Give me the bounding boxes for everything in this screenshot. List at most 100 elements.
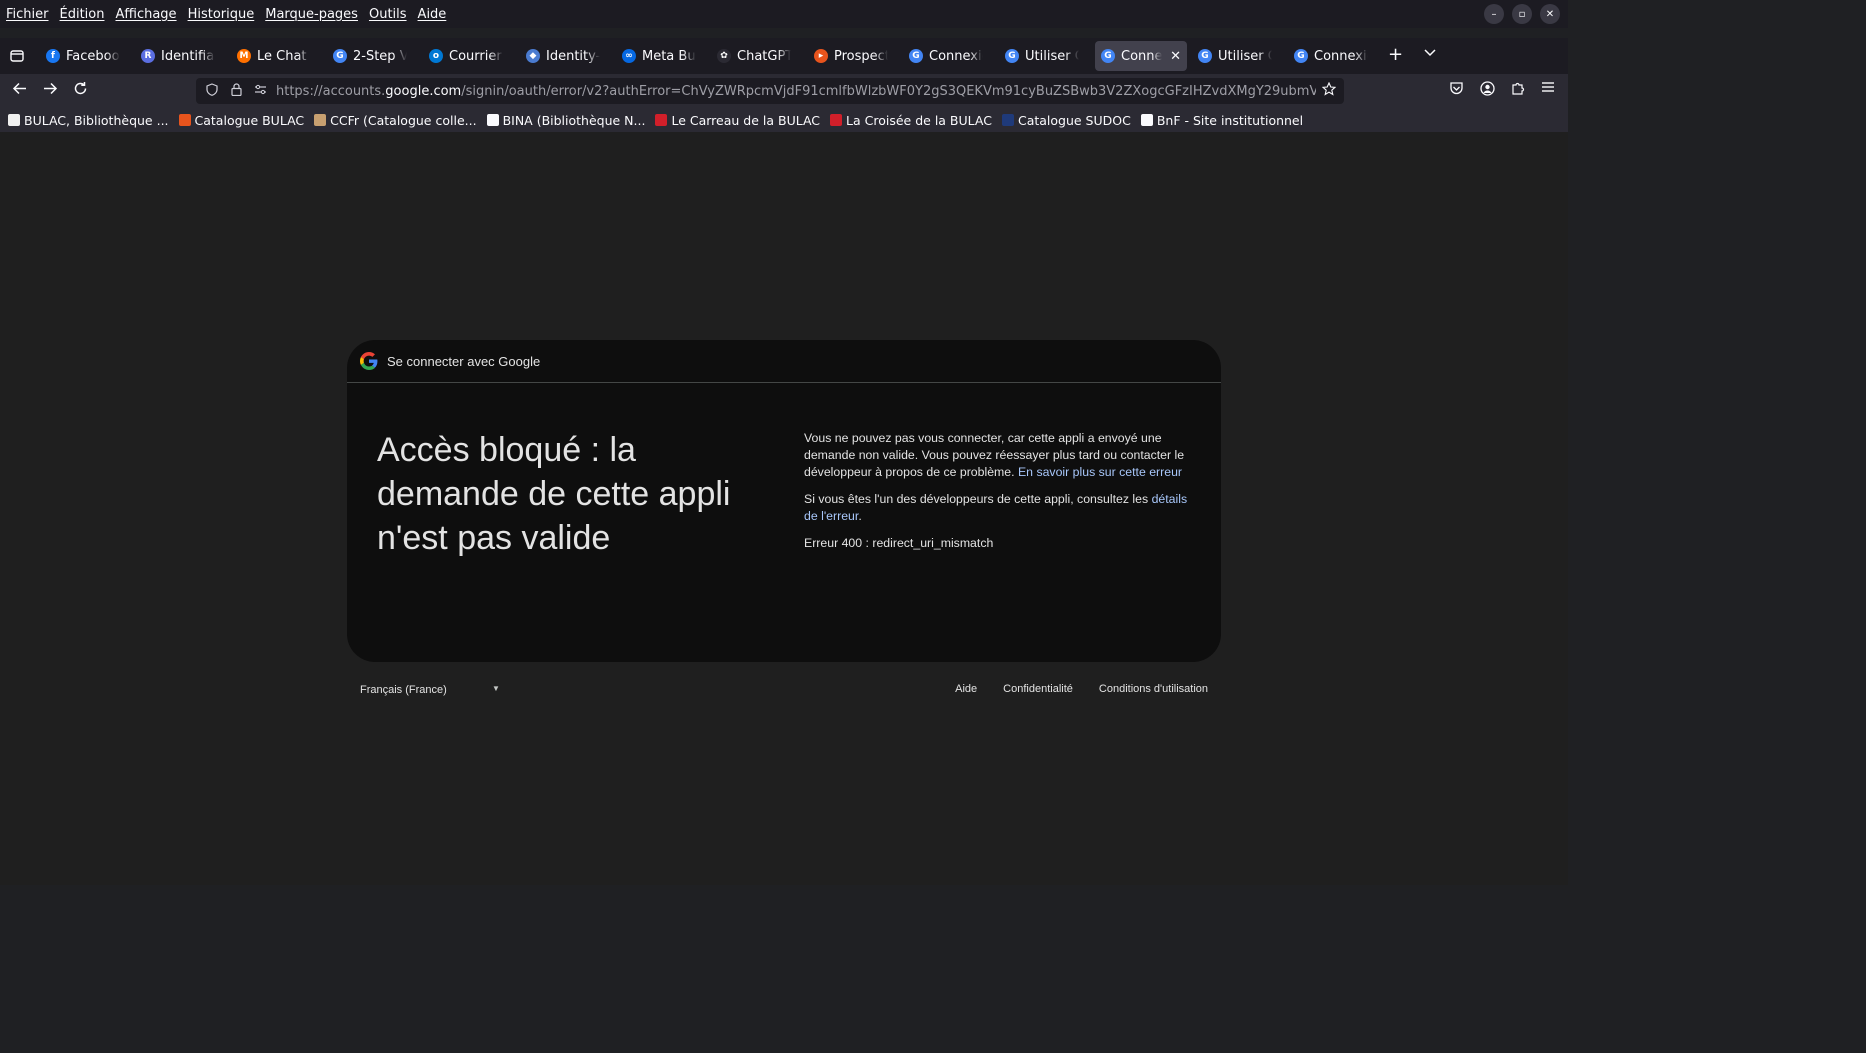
tab-label: Courrier - s xyxy=(449,48,503,64)
bookmark-item[interactable]: La Croisée de la BULAC xyxy=(830,113,992,128)
tab-label: Utiliser OA xyxy=(1025,48,1079,64)
menu-outils[interactable]: Outils xyxy=(364,7,412,22)
pocket-icon[interactable] xyxy=(1449,81,1464,99)
url-bar[interactable]: https://accounts.google.com/signin/oauth… xyxy=(196,78,1344,104)
bookmark-label: BnF - Site institutionnel xyxy=(1156,112,1304,128)
language-selector[interactable]: Français (France) xyxy=(360,684,447,696)
tab-13[interactable]: G Connexion xyxy=(1288,41,1374,71)
google-icon: G xyxy=(333,49,347,63)
maximize-button[interactable]: ▫ xyxy=(1512,4,1532,24)
error-paragraph-2-text: Si vous êtes l'un des développeurs de ce… xyxy=(804,492,1149,506)
tab-label: ProspectPr xyxy=(834,48,888,64)
bookmark-item[interactable]: Catalogue SUDOC xyxy=(1001,113,1131,128)
tracking-protection-shield-icon[interactable] xyxy=(204,83,220,99)
footer-links: Aide Confidentialité Conditions d'utilis… xyxy=(955,683,1208,695)
google-icon: G xyxy=(1005,49,1019,63)
back-arrow-icon[interactable] xyxy=(12,81,27,100)
facebook-icon: f xyxy=(46,49,60,63)
tab-label: Meta Busin xyxy=(642,48,696,64)
bookmark-label: Le Carreau de la BULAC xyxy=(671,112,821,128)
close-tab-icon[interactable]: ✕ xyxy=(1170,49,1181,64)
tab-4[interactable]: o Courrier - s xyxy=(423,41,509,71)
tab-label: Connexio xyxy=(1121,48,1163,64)
tab-3[interactable]: G 2-Step Veri xyxy=(327,41,413,71)
tab-label: Connexion xyxy=(1314,48,1368,64)
tab-label: Utiliser OA xyxy=(1218,48,1272,64)
tab-1[interactable]: R Identifiant xyxy=(135,41,221,71)
menu-fichier[interactable]: Fichier xyxy=(1,7,54,22)
error-card: Se connecter avec Google Accès bloqué : … xyxy=(347,340,1221,662)
learn-more-link[interactable]: En savoir plus sur cette erreur xyxy=(1018,465,1182,479)
hamburger-menu-icon[interactable] xyxy=(1541,81,1555,97)
tab-6[interactable]: ∞ Meta Busin xyxy=(616,41,702,71)
new-tab-button[interactable]: + xyxy=(1388,44,1403,65)
menu-historique[interactable]: Historique xyxy=(183,7,260,22)
tab-2[interactable]: M Le Chat - M xyxy=(231,41,317,71)
menu-edition[interactable]: Édition xyxy=(55,7,110,22)
dropdown-caret-icon[interactable]: ▼ xyxy=(492,684,500,693)
footer-link-terms[interactable]: Conditions d'utilisation xyxy=(1099,683,1208,695)
outlook-icon: o xyxy=(429,49,443,63)
menu-bar: Fichier Édition Affichage Historique Mar… xyxy=(0,0,1568,28)
bookmark-item[interactable]: BULAC, Bibliothèque ... xyxy=(8,113,169,128)
google-icon: G xyxy=(1101,49,1115,63)
footer-link-help[interactable]: Aide xyxy=(955,683,977,695)
bookmark-favicon-icon xyxy=(1140,114,1153,126)
extensions-puzzle-icon[interactable] xyxy=(1511,81,1525,99)
firefox-view-icon[interactable] xyxy=(0,38,34,74)
lock-icon[interactable] xyxy=(228,83,244,99)
tab-0[interactable]: f Facebook xyxy=(40,41,126,71)
menu-affichage[interactable]: Affichage xyxy=(110,7,181,22)
bookmark-favicon-icon xyxy=(1001,114,1014,126)
google-icon: G xyxy=(909,49,923,63)
tab-5[interactable]: ◆ Identity-Aw xyxy=(520,41,606,71)
page-content: Se connecter avec Google Accès bloqué : … xyxy=(0,132,1568,885)
tab-10[interactable]: G Utiliser OA xyxy=(999,41,1085,71)
bookmark-label: BINA (Bibliothèque N... xyxy=(502,112,646,128)
bookmark-item[interactable]: BINA (Bibliothèque N... xyxy=(486,112,646,128)
bookmark-item[interactable]: Catalogue BULAC xyxy=(178,113,304,128)
bookmark-label: La Croisée de la BULAC xyxy=(846,112,992,128)
card-header-title: Se connecter avec Google xyxy=(387,353,541,369)
tab-label: Identity-Aw xyxy=(546,48,600,64)
url-text[interactable]: https://accounts.google.com/signin/oauth… xyxy=(276,84,1316,99)
tab-8[interactable]: ▸ ProspectPr xyxy=(808,41,894,71)
bookmark-star-icon[interactable] xyxy=(1321,81,1337,100)
forward-arrow-icon[interactable] xyxy=(43,81,58,100)
bookmark-favicon-icon xyxy=(8,114,20,126)
tab-label: Le Chat - M xyxy=(257,48,311,64)
page-title: Accès bloqué : la demande de cette appli… xyxy=(377,431,731,557)
tab-9[interactable]: G Connexion xyxy=(903,41,989,71)
permissions-icon[interactable] xyxy=(252,84,268,98)
error-paragraph-2: Si vous êtes l'un des développeurs de ce… xyxy=(804,491,1194,525)
minimize-button[interactable]: – xyxy=(1484,4,1504,24)
page-footer: Français (France) ▼ Aide Confidentialité… xyxy=(347,681,1221,701)
tab-11[interactable]: G Connexio ✕ xyxy=(1095,41,1187,71)
rpi-icon: R xyxy=(141,49,155,63)
mistral-icon: M xyxy=(237,49,251,63)
bookmark-item[interactable]: Le Carreau de la BULAC xyxy=(655,113,820,128)
menu-marque-pages[interactable]: Marque-pages xyxy=(260,7,363,22)
card-header: Se connecter avec Google xyxy=(347,340,1221,383)
list-all-tabs-chevron-down-icon[interactable] xyxy=(1424,46,1436,60)
reload-icon[interactable] xyxy=(73,81,88,100)
google-icon: G xyxy=(1294,49,1308,63)
tab-12[interactable]: G Utiliser OA xyxy=(1192,41,1278,71)
tab-label: 2-Step Veri xyxy=(353,48,407,64)
bookmark-favicon-icon xyxy=(314,114,327,126)
meta-icon: ∞ xyxy=(622,49,636,63)
tab-7[interactable]: ✿ ChatGPT xyxy=(711,41,797,71)
menu-aide[interactable]: Aide xyxy=(413,7,452,22)
google-logo-icon xyxy=(360,352,378,370)
error-description: Vous ne pouvez pas vous connecter, car c… xyxy=(804,430,1194,562)
account-icon[interactable] xyxy=(1480,81,1495,100)
bookmark-item[interactable]: CCFr (Catalogue colle... xyxy=(314,113,477,128)
prospect-icon: ▸ xyxy=(814,49,828,63)
bookmarks-toolbar: BULAC, Bibliothèque ... Catalogue BULAC CC… xyxy=(0,108,1568,132)
bookmark-item[interactable]: BnF - Site institutionnel xyxy=(1140,112,1304,128)
close-window-button[interactable]: ✕ xyxy=(1540,4,1560,24)
error-code: Erreur 400 : redirect_uri_mismatch xyxy=(804,536,994,550)
tab-label: Identifiant xyxy=(161,48,215,64)
bookmark-label: BULAC, Bibliothèque ... xyxy=(24,112,169,128)
footer-link-privacy[interactable]: Confidentialité xyxy=(1003,683,1073,695)
